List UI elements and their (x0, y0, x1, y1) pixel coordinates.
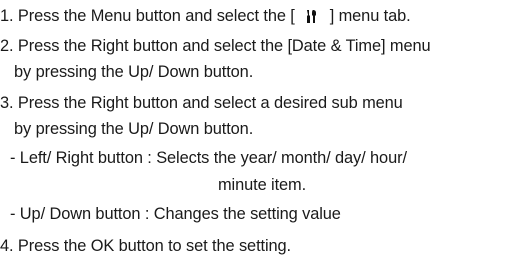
step-3-bullet-1-line-2: minute item. (218, 176, 307, 194)
step-3-bullet-1-line-1: - Left/ Right button : Selects the year/… (10, 149, 407, 167)
step-1-prefix: 1. Press the Menu button and select the … (0, 7, 295, 25)
step-1-suffix: ] menu tab. (329, 7, 411, 25)
step-3-bullet-2: - Up/ Down button : Changes the setting … (10, 205, 341, 223)
step-1-line: 1. Press the Menu button and select the … (0, 4, 411, 29)
tools-icon (303, 8, 321, 26)
step-3-line-1: 3. Press the Right button and select a d… (0, 94, 403, 112)
step-2-line-1: 2. Press the Right button and select the… (0, 37, 431, 55)
step-2-line-2: by pressing the Up/ Down button. (14, 63, 254, 81)
instruction-document: 1. Press the Menu button and select the … (0, 0, 516, 262)
step-4-line: 4. Press the OK button to set the settin… (0, 237, 291, 255)
step-3-line-2: by pressing the Up/ Down button. (14, 120, 254, 138)
